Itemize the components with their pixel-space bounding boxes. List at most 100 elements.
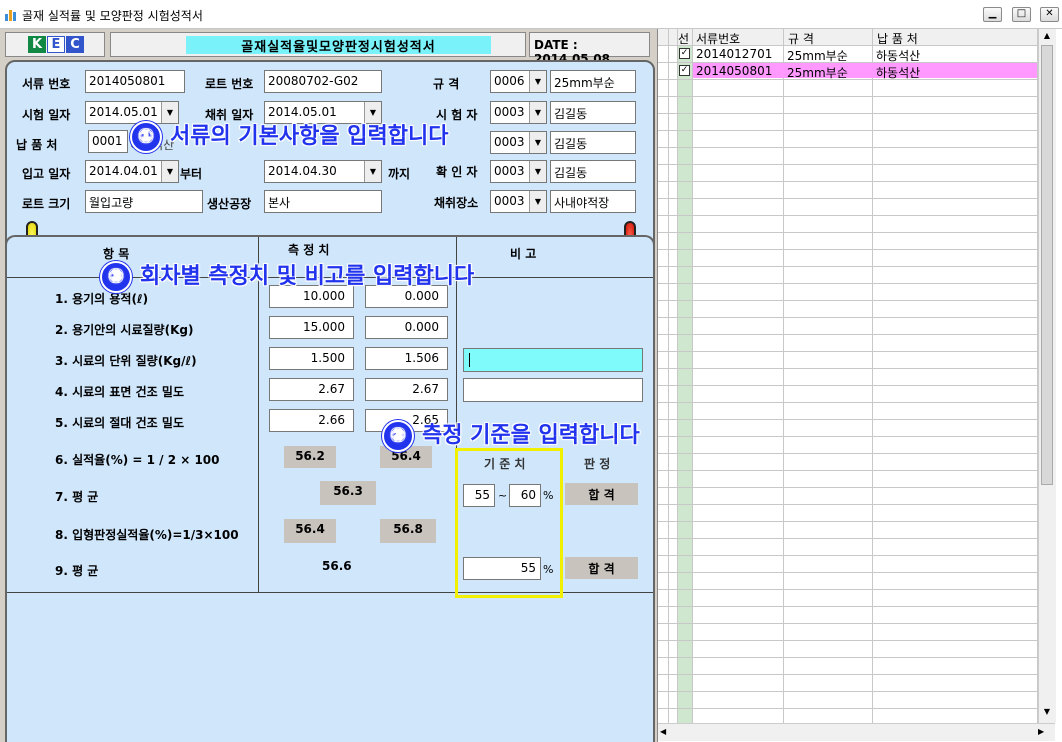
- row2-value2[interactable]: 0.000: [365, 316, 448, 339]
- grid-hline: [658, 640, 1038, 641]
- supplier-label: 납 품 처: [16, 138, 58, 152]
- place-code-select[interactable]: 0003 ▼: [490, 190, 547, 213]
- spec-code-select[interactable]: 0006 ▼: [490, 70, 547, 93]
- checker-name-field[interactable]: 김길동: [550, 160, 636, 183]
- row3-note-field-active[interactable]: [463, 348, 643, 372]
- col-note-header: 비 고: [510, 247, 537, 261]
- lot-no-field[interactable]: 20080702-G02: [264, 70, 382, 93]
- row3-value1[interactable]: 1.500: [269, 347, 354, 370]
- grid-hline: [658, 45, 1038, 46]
- row3-value2[interactable]: 1.506: [365, 347, 448, 370]
- row2-checkbox[interactable]: ✓: [679, 65, 690, 76]
- spec-code-value: 0006: [494, 74, 525, 88]
- pct2-label: %: [543, 563, 554, 576]
- dropdown-arrow-icon[interactable]: ▼: [529, 132, 546, 153]
- annotation-1-number: ①: [130, 121, 162, 153]
- tilde-label: ~: [498, 489, 508, 502]
- close-button[interactable]: ✕: [1040, 7, 1059, 22]
- grid-hline: [658, 606, 1038, 607]
- row4-note-field[interactable]: [463, 378, 643, 402]
- in-date-from-picker[interactable]: 2014.04.01 ▼: [85, 160, 179, 183]
- annotation-1-text: 서류의 기본사항을 입력합니다: [170, 124, 449, 149]
- judge2-result: 합 격: [565, 557, 638, 579]
- dropdown-arrow-icon[interactable]: ▼: [161, 161, 178, 182]
- grid-hline: [658, 572, 1038, 573]
- supplier-code-field[interactable]: 0001: [88, 130, 128, 153]
- maximize-button[interactable]: □: [1012, 7, 1031, 22]
- person2-name-field[interactable]: 김길동: [550, 131, 636, 154]
- row5-label: 5. 시료의 절대 건조 밀도: [55, 416, 184, 430]
- row4-value1[interactable]: 2.67: [269, 378, 354, 401]
- factory-label: 생산공장: [207, 197, 252, 211]
- scroll-left-icon[interactable]: ◀: [660, 727, 666, 736]
- in-date-to-value: 2014.04.30: [268, 164, 337, 178]
- scroll-down-icon[interactable]: ▼: [1041, 707, 1053, 719]
- std-max-field[interactable]: 60: [509, 484, 541, 507]
- grid-hline: [658, 79, 1038, 80]
- vertical-scrollbar[interactable]: ▲ ▼: [1038, 29, 1056, 723]
- std2-field[interactable]: 55: [463, 557, 541, 580]
- minimize-button[interactable]: ▁: [983, 7, 1002, 22]
- grid-hline: [658, 419, 1038, 420]
- to-label: 까지: [388, 167, 411, 181]
- row1-spec[interactable]: 25mm부순: [787, 47, 848, 64]
- tester-name-field[interactable]: 김길동: [550, 101, 636, 124]
- app-chart-icon: [5, 10, 16, 21]
- logo-k: K: [28, 36, 46, 53]
- grid-hline: [658, 487, 1038, 488]
- spec-name-field[interactable]: 25mm부순: [550, 70, 636, 93]
- dropdown-arrow-icon[interactable]: ▼: [529, 102, 546, 123]
- factory-field[interactable]: 본사: [264, 190, 382, 213]
- person2-code-select[interactable]: 0003 ▼: [490, 131, 547, 154]
- row4-value2[interactable]: 2.67: [365, 378, 448, 401]
- logo-box: K E C: [5, 32, 105, 57]
- row5-value1[interactable]: 2.66: [269, 409, 354, 432]
- tester-code-select[interactable]: 0003 ▼: [490, 101, 547, 124]
- doc-no-label: 서류 번호: [22, 77, 71, 91]
- horizontal-scrollbar[interactable]: ◀ ▶: [658, 723, 1055, 741]
- title-bar: 골재 실적률 및 모양판정 시험성적서 ▁ □ ✕: [0, 0, 1062, 29]
- grid-hline: [658, 215, 1038, 216]
- grid-hline: [658, 164, 1038, 165]
- scroll-thumb[interactable]: [1041, 45, 1053, 485]
- scroll-up-icon[interactable]: ▲: [1041, 31, 1053, 43]
- dropdown-arrow-icon[interactable]: ▼: [529, 71, 546, 92]
- grid-hline: [658, 317, 1038, 318]
- form-title-box: 골재실적율및모양판정시험성적서: [110, 32, 526, 57]
- std-min-field[interactable]: 55: [463, 484, 495, 507]
- row1-docno[interactable]: 2014012701: [696, 47, 772, 61]
- person2-code-value: 0003: [494, 135, 525, 149]
- dropdown-arrow-icon[interactable]: ▼: [364, 161, 381, 182]
- scroll-right-icon[interactable]: ▶: [1038, 727, 1044, 736]
- row2-docno[interactable]: 2014050801: [696, 64, 772, 78]
- row2-value1[interactable]: 15.000: [269, 316, 354, 339]
- row1-supplier[interactable]: 하동석산: [876, 47, 920, 64]
- from-label: 부터: [180, 167, 203, 181]
- grid-hline: [658, 198, 1038, 199]
- grid-hline: [658, 453, 1038, 454]
- dropdown-arrow-icon[interactable]: ▼: [529, 161, 546, 182]
- row3-label: 3. 시료의 단위 질량(Kg/ℓ): [55, 354, 197, 368]
- grid-hline: [658, 623, 1038, 624]
- row1-checkbox[interactable]: ✓: [679, 48, 690, 59]
- checker-code-select[interactable]: 0003 ▼: [490, 160, 547, 183]
- document-list-grid[interactable]: 선 서류번호 규 격 납 품 처 ✓ 2014012701 25mm부순 하동석…: [657, 29, 1062, 742]
- grid-hline: [658, 657, 1038, 658]
- row2-spec[interactable]: 25mm부순: [787, 64, 848, 81]
- grid-hline: [658, 504, 1038, 505]
- logo-e: E: [47, 36, 65, 53]
- row2-supplier[interactable]: 하동석산: [876, 64, 920, 81]
- test-date-label: 시험 일자: [22, 108, 71, 122]
- lot-size-field[interactable]: 월입고량: [85, 190, 203, 213]
- place-name-field[interactable]: 사내야적장: [550, 190, 636, 213]
- annotation-1: ① 서류의 기본사항을 입력합니다: [130, 118, 448, 153]
- dropdown-arrow-icon[interactable]: ▼: [529, 191, 546, 212]
- grid-hline: [658, 113, 1038, 114]
- in-date-to-picker[interactable]: 2014.04.30 ▼: [264, 160, 382, 183]
- grid-hline: [658, 130, 1038, 131]
- doc-no-field[interactable]: 2014050801: [85, 70, 185, 93]
- annotation-2-text: 측정 기준을 입력합니다: [422, 423, 640, 448]
- place-code-value: 0003: [494, 194, 525, 208]
- tester-code-value: 0003: [494, 105, 525, 119]
- row8-value2: 56.8: [380, 519, 436, 543]
